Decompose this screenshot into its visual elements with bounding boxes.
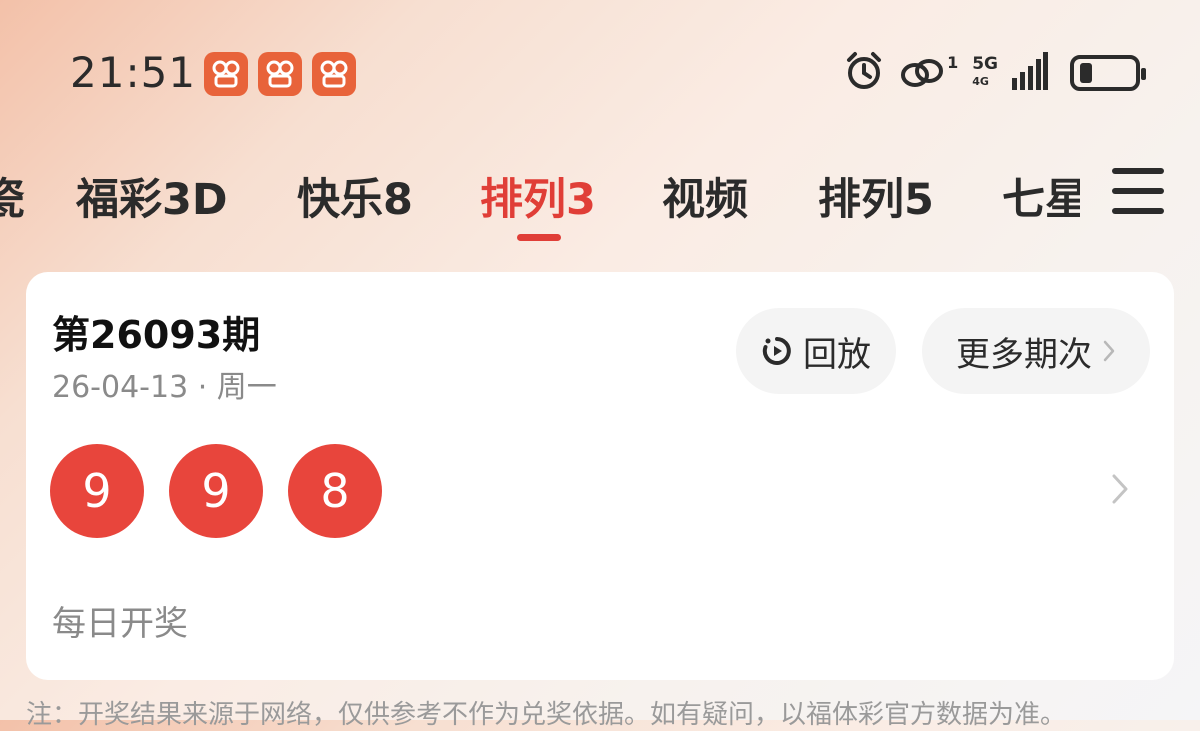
status-bar: 21:51 1 5G 4G <box>0 0 1200 145</box>
chevron-right-icon[interactable] <box>1110 472 1130 510</box>
lottery-tabs: 瓷 福彩3D 快乐8 排列3 视频 排列5 七星 <box>0 150 1080 250</box>
more-issues-button[interactable]: 更多期次 <box>922 308 1150 394</box>
status-icons: 1 5G 4G <box>843 50 1146 96</box>
status-time: 21:51 <box>70 48 197 97</box>
battery-icon <box>1070 55 1146 91</box>
replay-icon <box>761 335 793 367</box>
tab-menu-icon[interactable] <box>1112 168 1164 214</box>
tab-partial-left[interactable]: 瓷 <box>0 165 25 227</box>
app-notification-icon <box>258 52 302 96</box>
tab-video[interactable]: 视频 <box>662 165 748 227</box>
number-ball: 9 <box>50 444 144 538</box>
app-notification-icon <box>312 52 356 96</box>
hotspot-link-icon: 1 <box>899 53 958 93</box>
replay-button[interactable]: 回放 <box>736 308 896 394</box>
network-sub-label: 4G <box>972 75 989 88</box>
number-ball: 8 <box>288 444 382 538</box>
app-notification-icon <box>204 52 248 96</box>
tab-kuaile-8[interactable]: 快乐8 <box>297 165 413 227</box>
alarm-icon <box>843 50 885 96</box>
disclaimer: 注：开奖结果来源于网络，仅供参考不作为兑奖依据。如有疑问，以福体彩官方数据为准。 <box>26 700 1067 730</box>
network-label: 5G <box>972 54 998 74</box>
tab-fucai-3d[interactable]: 福彩3D <box>76 165 228 227</box>
battery-level <box>1080 63 1092 83</box>
issue-title: 第26093期 <box>52 313 261 357</box>
more-issues-label: 更多期次 <box>956 334 1092 375</box>
signal-bars-icon <box>1012 52 1048 94</box>
draw-date: 26-04-13 · 周一 <box>52 370 277 405</box>
number-ball: 9 <box>169 444 263 538</box>
draw-frequency: 每日开奖 <box>52 604 188 644</box>
tab-pailie-5[interactable]: 排列5 <box>818 165 934 227</box>
active-tab-indicator <box>517 234 561 241</box>
network-type: 5G 4G <box>972 55 998 91</box>
tab-qixing[interactable]: 七星 <box>1002 165 1080 227</box>
tab-pailie-3[interactable]: 排列3 <box>480 165 596 227</box>
chevron-right-icon <box>1102 339 1116 363</box>
draw-result-card[interactable]: 第26093期 26-04-13 · 周一 回放 更多期次 9 9 8 每日开奖 <box>26 272 1174 680</box>
replay-label: 回放 <box>803 334 871 375</box>
sim-label: 1 <box>947 53 959 72</box>
